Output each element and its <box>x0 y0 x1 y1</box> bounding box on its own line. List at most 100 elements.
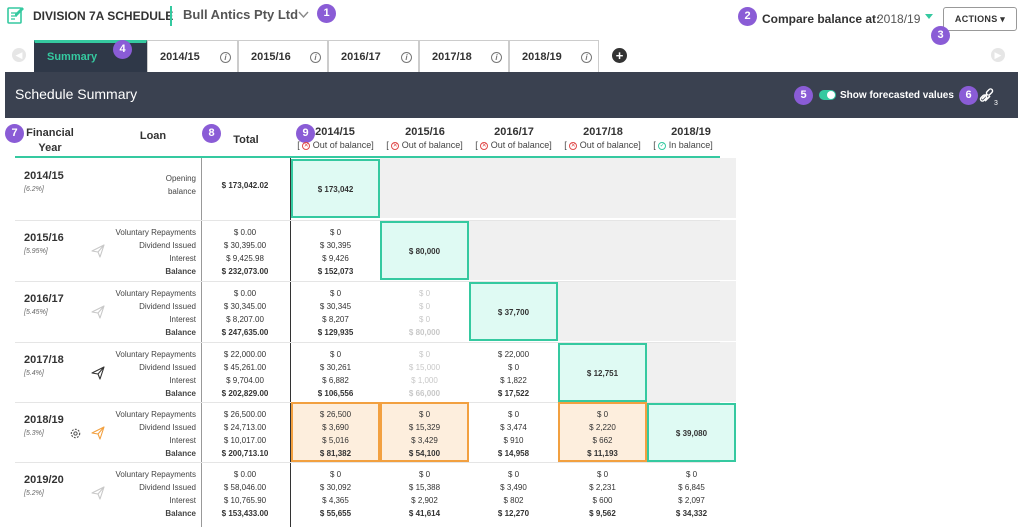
year-status: [ ✕ Out of balance] <box>564 140 641 150</box>
total-value: $ 22,000.00 <box>223 350 267 359</box>
error-icon: ✕ <box>569 141 578 150</box>
cell-value: $ 0 <box>329 470 342 479</box>
year-status: [ ✓ In balance] <box>653 140 713 150</box>
cell-value: $ 30,092 <box>319 483 352 492</box>
send-icon[interactable] <box>91 305 105 319</box>
check-icon: ✓ <box>658 141 667 150</box>
empty-cell <box>558 158 647 218</box>
total-value: $ 9,704.00 <box>226 376 264 385</box>
gear-icon[interactable] <box>69 427 82 440</box>
row-label: Voluntary Repayments <box>115 228 197 237</box>
error-icon: ✕ <box>302 141 311 150</box>
empty-cell <box>469 220 558 280</box>
cell-value: $ 8,207 <box>322 315 349 324</box>
row-separator <box>15 281 720 282</box>
send-icon[interactable] <box>91 244 105 258</box>
company-name[interactable]: Bull Antics Pty Ltd <box>183 7 298 22</box>
tab-scroll-left-icon[interactable]: ◀ <box>12 48 26 62</box>
cell-value: $ 662 <box>592 436 613 445</box>
cell-value: $ 12,270 <box>497 509 530 518</box>
row-label: Dividend Issued <box>139 423 196 432</box>
total-value: $ 58,046.00 <box>223 483 267 492</box>
year-header-2017-18: 2017/18 <box>583 126 623 138</box>
tab-2015-16[interactable]: 2015/16 i <box>238 40 328 72</box>
cell-value: $ 0 <box>685 470 698 479</box>
caret-down-icon[interactable] <box>925 14 933 19</box>
row-label: Balance <box>165 389 196 398</box>
tab-label: 2014/15 <box>160 51 200 63</box>
error-icon: ✕ <box>480 141 489 150</box>
cell-value: $ 6,882 <box>322 376 349 385</box>
link-count: 3 <box>994 100 998 106</box>
interest-rate: [5.3%] <box>24 430 44 437</box>
row-label: Dividend Issued <box>139 483 196 492</box>
tab-scroll-right-icon[interactable]: ▶ <box>991 48 1005 62</box>
cell-value: $ 30,395 <box>319 241 352 250</box>
empty-cell <box>647 158 736 218</box>
row-label: Interest <box>169 315 196 324</box>
chevron-down-icon[interactable] <box>298 11 309 19</box>
cell-value: $ 0 <box>507 363 520 372</box>
total-value: $ 232,073.00 <box>221 267 269 276</box>
cell-value: $ 0 <box>418 470 431 479</box>
cell-value: $ 0 <box>418 350 431 359</box>
total-header: Total <box>233 134 259 146</box>
status-text: In balance <box>668 140 711 150</box>
actions-button[interactable]: ACTIONS ▾ <box>943 7 1017 31</box>
row-label: Voluntary Repayments <box>115 350 197 359</box>
cell-value: $ 0 <box>507 470 520 479</box>
financial-year-header: Financial Year <box>26 127 74 154</box>
row-label: Voluntary Repayments <box>115 289 197 298</box>
send-icon[interactable] <box>91 426 105 440</box>
row-separator <box>15 462 720 463</box>
cell-value: $ 3,429 <box>411 436 438 445</box>
row-label: Balance <box>165 328 196 337</box>
cell-value: $ 9,426 <box>322 254 349 263</box>
total-value: $ 10,017.00 <box>223 436 267 445</box>
cell-value: $ 15,000 <box>408 363 441 372</box>
link-icon[interactable]: 3 <box>978 86 1000 106</box>
total-value: $ 10,765.90 <box>223 496 267 505</box>
cell-value: $ 0 <box>329 228 342 237</box>
error-icon: ✕ <box>391 141 400 150</box>
send-icon[interactable] <box>91 486 105 500</box>
info-icon[interactable]: i <box>401 52 412 63</box>
cell-value: $ 0 <box>507 410 520 419</box>
row-label: Interest <box>169 436 196 445</box>
interest-rate: [5.4%] <box>24 370 44 377</box>
tab-label: 2017/18 <box>432 51 472 63</box>
info-icon[interactable]: i <box>220 52 231 63</box>
info-icon[interactable]: i <box>310 52 321 63</box>
cell-value: $ 600 <box>592 496 613 505</box>
cell-value: $ 0 <box>418 315 431 324</box>
tab-label: 2016/17 <box>341 51 381 63</box>
total-value: $ 24,713.00 <box>223 423 267 432</box>
cell-value: $ 9,562 <box>589 509 616 518</box>
compare-balance-select[interactable]: 2018/19 <box>877 12 920 26</box>
add-tab-icon[interactable]: + <box>612 48 627 63</box>
callout-badge-4: 4 <box>113 40 132 59</box>
cell-value: $ 0 <box>418 289 431 298</box>
cell-value: $ 3,690 <box>322 423 349 432</box>
row-label: Interest <box>169 496 196 505</box>
tab-label: 2015/16 <box>251 51 291 63</box>
info-icon[interactable]: i <box>491 52 502 63</box>
cell-value: $ 129,935 <box>317 328 354 337</box>
financial-year: 2018/19 <box>24 414 64 426</box>
compare-balance-label: Compare balance at: <box>762 12 881 26</box>
tab-2017-18[interactable]: 2017/18 i <box>419 40 509 72</box>
tab-2014-15[interactable]: 2014/15 i <box>147 40 238 72</box>
cell-value: $ 4,365 <box>322 496 349 505</box>
forecast-toggle[interactable] <box>819 90 836 100</box>
cell-value: $ 55,655 <box>319 509 352 518</box>
tab-2016-17[interactable]: 2016/17 i <box>328 40 419 72</box>
send-icon[interactable] <box>91 366 105 380</box>
empty-cell <box>380 158 469 218</box>
tab-2018-19[interactable]: 2018/19 i <box>509 40 599 72</box>
financial-year: 2016/17 <box>24 293 64 305</box>
cell-value: $ 30,261 <box>319 363 352 372</box>
callout-badge-5: 5 <box>794 86 813 105</box>
cell-value: $ 2,231 <box>589 483 616 492</box>
cell-value: $ 0 <box>329 289 342 298</box>
info-icon[interactable]: i <box>581 52 592 63</box>
